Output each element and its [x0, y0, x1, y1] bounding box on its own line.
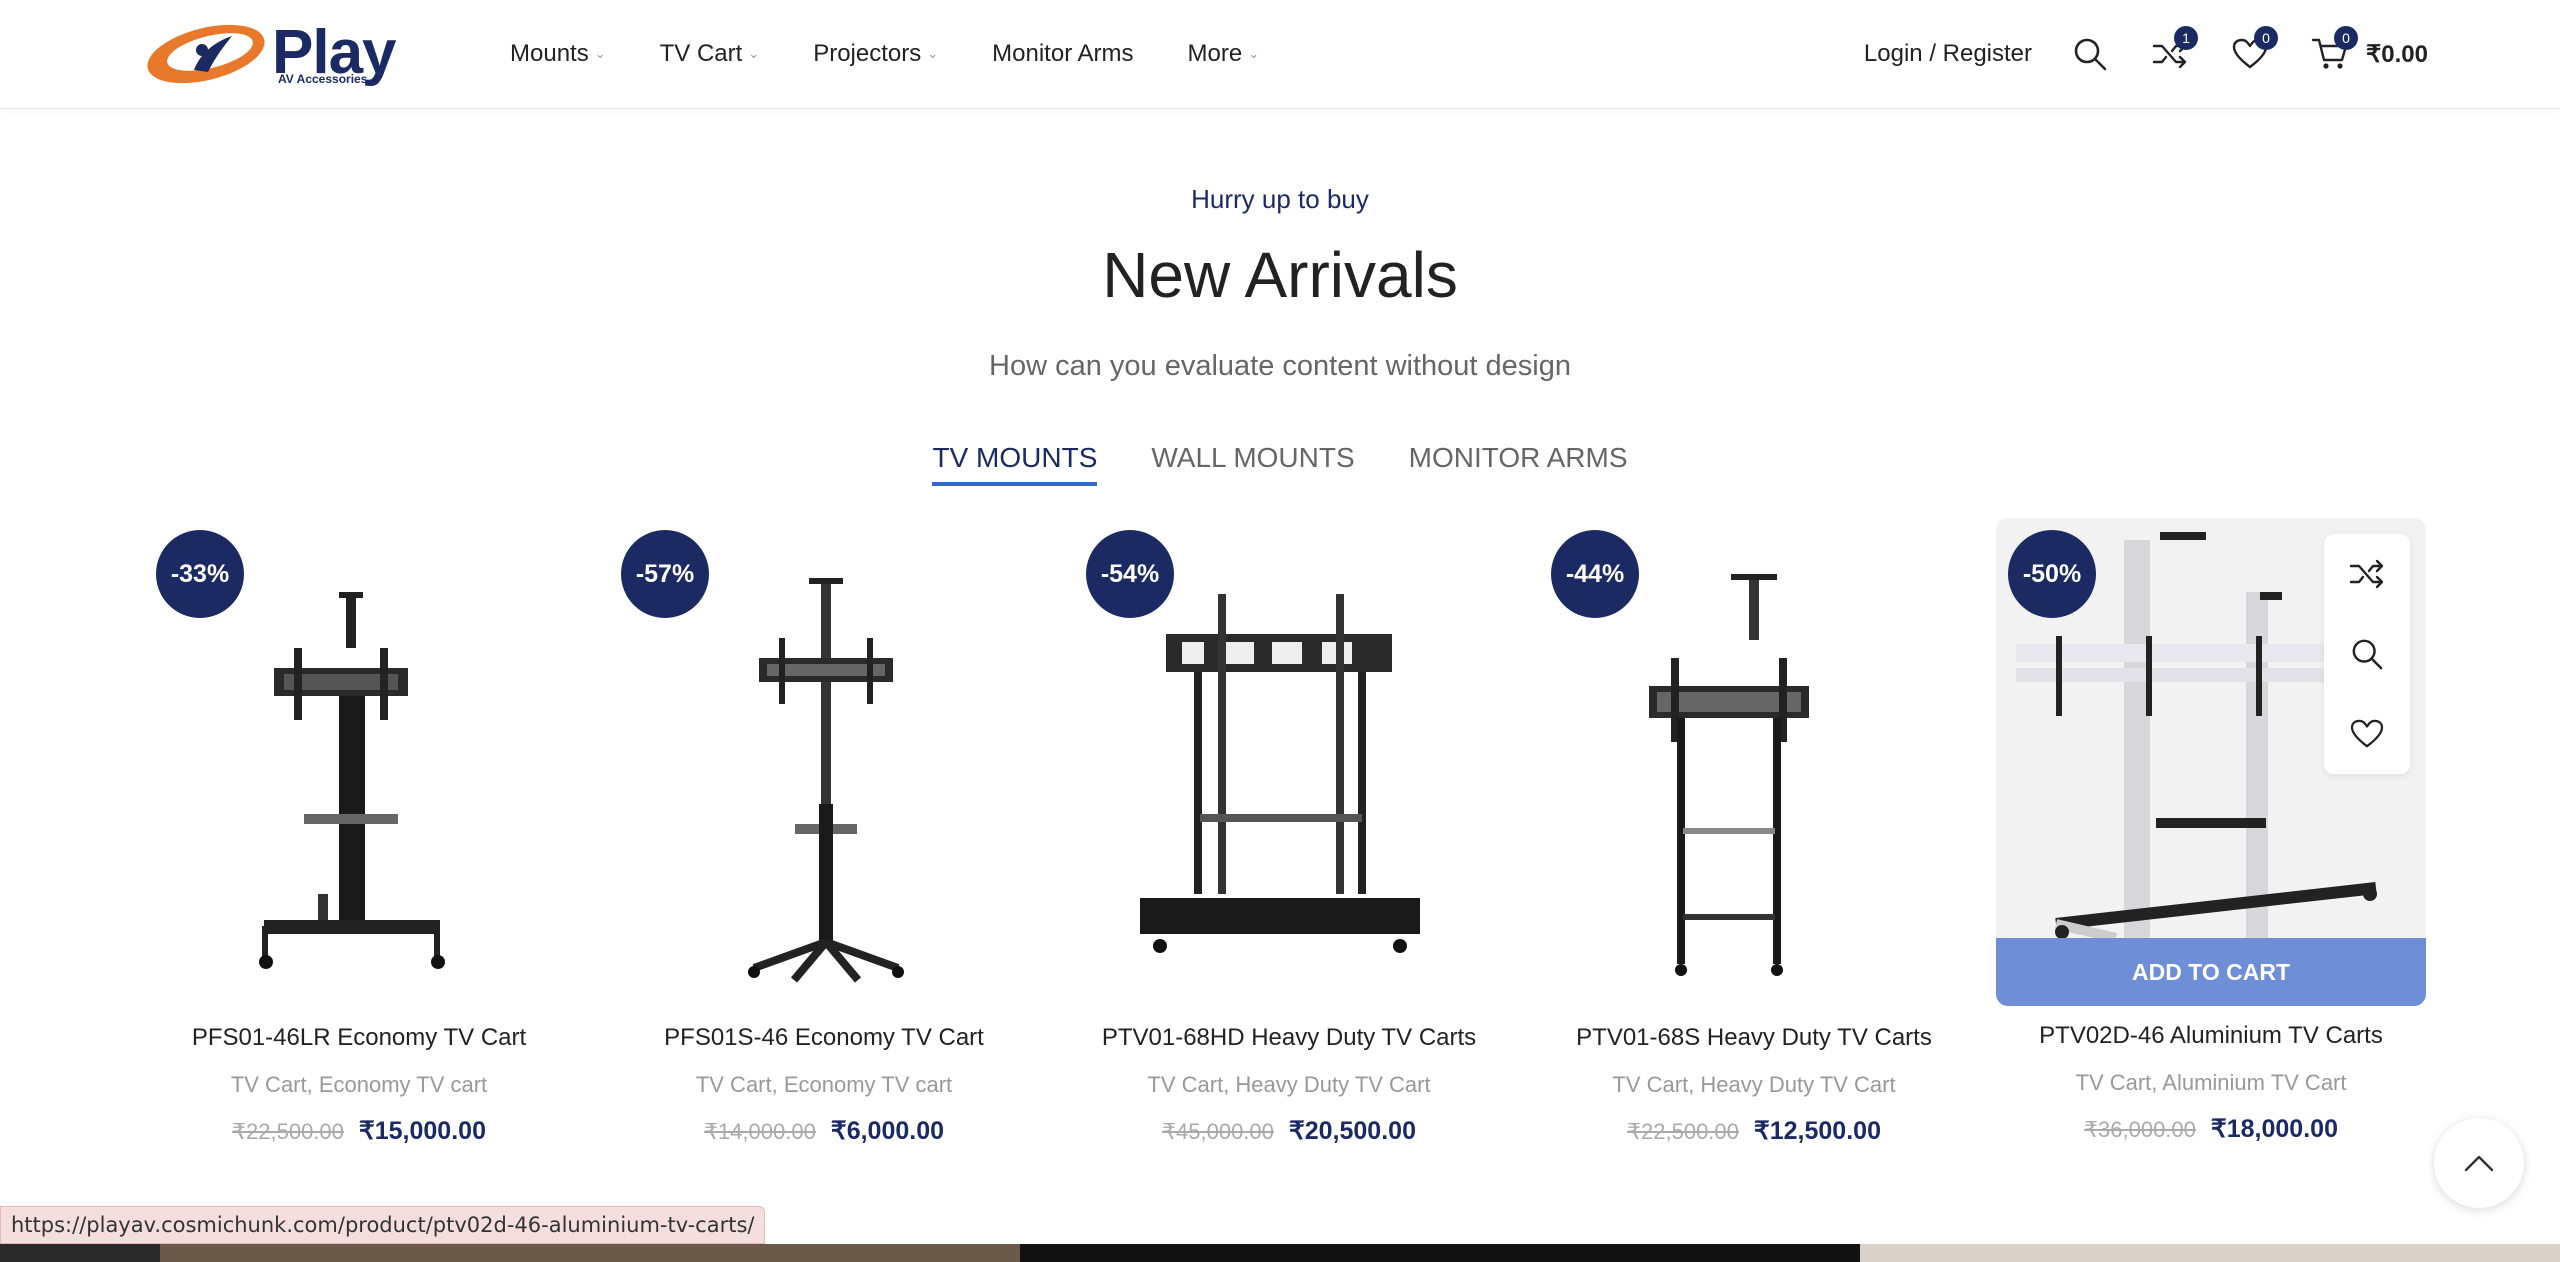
- compare-button[interactable]: 1: [2148, 26, 2199, 76]
- nav-item-more[interactable]: More ⌄: [1188, 34, 1260, 74]
- product-card[interactable]: -50% ADD TO CART PTV02D-46 Aluminium TV …: [1996, 518, 2426, 1158]
- nav-label: TV Cart: [659, 40, 743, 67]
- tab-wall-mounts[interactable]: WALL MOUNTS: [1151, 442, 1354, 486]
- status-bar-url: https://playav.cosmichunk.com/product/pt…: [0, 1206, 766, 1244]
- product-price: ₹36,000.00 ₹18,000.00: [1996, 1114, 2426, 1144]
- logo-tagline: AV Accessories: [278, 72, 368, 86]
- discount-badge: -33%: [156, 530, 244, 618]
- discount-badge: -44%: [1551, 530, 1639, 618]
- sale-price: ₹12,500.00: [1753, 1117, 1881, 1145]
- site-logo[interactable]: Play AV Accessories: [144, 20, 414, 90]
- sale-price: ₹20,500.00: [1288, 1117, 1416, 1145]
- cart-total[interactable]: ₹0.00: [2366, 40, 2428, 69]
- nav-item-projectors[interactable]: Projectors ⌄: [813, 34, 938, 74]
- product-categories[interactable]: TV Cart, Economy TV cart: [609, 1072, 1039, 1098]
- wishlist-button[interactable]: 0: [2228, 26, 2279, 76]
- chevron-down-icon: ⌄: [927, 46, 939, 61]
- sale-price: ₹18,000.00: [2210, 1115, 2338, 1143]
- wishlist-count-badge: 0: [2254, 26, 2279, 50]
- login-register-link[interactable]: Login / Register: [1864, 40, 2032, 68]
- original-price: ₹14,000.00: [703, 1119, 816, 1144]
- cart-button[interactable]: 0: [2308, 26, 2359, 76]
- product-card[interactable]: -44% PTV01-68S Heavy Duty TV Carts TV Ca…: [1539, 518, 1969, 1158]
- search-icon: [2074, 38, 2107, 71]
- product-name[interactable]: PTV01-68S Heavy Duty TV Carts: [1539, 1024, 1969, 1052]
- cart-count-badge: 0: [2334, 26, 2359, 50]
- product-card[interactable]: -33% PFS01-46LR Economy TV Cart TV Cart,…: [144, 518, 574, 1158]
- nav-item-tv-cart[interactable]: TV Cart ⌄: [660, 34, 760, 74]
- product-categories[interactable]: TV Cart, Aluminium TV Cart: [1996, 1070, 2426, 1096]
- original-price: ₹22,500.00: [1627, 1119, 1739, 1144]
- product-card[interactable]: -54% PTV01-68HD Heavy Duty TV Carts TV C…: [1074, 518, 1504, 1158]
- discount-badge: -50%: [2008, 530, 2096, 618]
- nav-item-mounts[interactable]: Mounts ⌄: [510, 34, 606, 74]
- product-name[interactable]: PFS01-46LR Economy TV Cart: [144, 1024, 574, 1052]
- product-tabs: TV MOUNTS WALL MOUNTS MONITOR ARMS: [0, 442, 2560, 486]
- section-kicker: Hurry up to buy: [1191, 184, 1369, 214]
- section-title: New Arrivals: [1102, 239, 1458, 311]
- compare-count-badge: 1: [2174, 26, 2199, 50]
- product-price: ₹14,000.00 ₹6,000.00: [609, 1116, 1039, 1146]
- product-price: ₹22,500.00 ₹15,000.00: [144, 1116, 574, 1146]
- sale-price: ₹15,000.00: [358, 1117, 486, 1145]
- add-to-wishlist-button[interactable]: [2324, 694, 2410, 774]
- banner-image: [1860, 1244, 2560, 1262]
- product-price: ₹22,500.00 ₹12,500.00: [1539, 1116, 1969, 1146]
- shuffle-icon: [2349, 559, 2384, 589]
- nav-item-monitor-arms[interactable]: Monitor Arms: [992, 34, 1133, 74]
- banner-image: [160, 1244, 1020, 1262]
- section-subtitle: How can you evaluate content without des…: [989, 350, 1571, 382]
- scroll-to-top-button[interactable]: [2434, 1118, 2524, 1208]
- discount-badge: -57%: [621, 530, 709, 618]
- header-actions: Login / Register 1 0 0 ₹0.00: [1864, 26, 2428, 82]
- nav-label: More: [1187, 40, 1243, 67]
- tab-tv-mounts[interactable]: TV MOUNTS: [932, 442, 1098, 486]
- quick-view-button[interactable]: [2324, 614, 2410, 694]
- product-categories[interactable]: TV Cart, Economy TV cart: [144, 1072, 574, 1098]
- original-price: ₹22,500.00: [232, 1119, 344, 1144]
- product-card[interactable]: -57% PFS01S-46 Economy TV Cart TV Cart, …: [609, 518, 1039, 1158]
- search-icon: [2352, 639, 2383, 670]
- next-section-banner: [0, 1244, 2560, 1262]
- quick-actions-panel: [2324, 534, 2410, 774]
- sale-price: ₹6,000.00: [830, 1117, 945, 1145]
- product-price: ₹45,000.00 ₹20,500.00: [1074, 1116, 1504, 1146]
- product-grid: -33% PFS01-46LR Economy TV Cart TV Cart,…: [144, 518, 2426, 1158]
- add-to-cart-button[interactable]: ADD TO CART: [1996, 938, 2426, 1006]
- product-categories[interactable]: TV Cart, Heavy Duty TV Cart: [1539, 1072, 1969, 1098]
- discount-badge: -54%: [1086, 530, 1174, 618]
- heart-icon: [2350, 719, 2384, 748]
- original-price: ₹36,000.00: [2084, 1117, 2196, 1142]
- banner-image: [1020, 1244, 1860, 1262]
- product-name[interactable]: PFS01S-46 Economy TV Cart: [609, 1024, 1039, 1052]
- chevron-down-icon: ⌄: [594, 46, 606, 61]
- product-name[interactable]: PTV01-68HD Heavy Duty TV Carts: [1074, 1024, 1504, 1052]
- nav-label: Projectors: [813, 40, 922, 67]
- site-header: Play AV Accessories Mounts ⌄ TV Cart ⌄ P…: [0, 0, 2560, 109]
- original-price: ₹45,000.00: [1162, 1119, 1274, 1144]
- tab-monitor-arms[interactable]: MONITOR ARMS: [1409, 442, 1628, 486]
- logo-swoosh-icon: [147, 24, 265, 84]
- main-nav: Mounts ⌄ TV Cart ⌄ Projectors ⌄ Monitor …: [510, 34, 1313, 74]
- nav-label: Monitor Arms: [992, 40, 1134, 67]
- product-name[interactable]: PTV02D-46 Aluminium TV Carts: [1996, 1022, 2426, 1050]
- compare-button[interactable]: [2324, 534, 2410, 614]
- nav-label: Mounts: [510, 40, 589, 67]
- product-categories[interactable]: TV Cart, Heavy Duty TV Cart: [1074, 1072, 1504, 1098]
- chevron-up-icon: [2464, 1155, 2494, 1172]
- chevron-down-icon: ⌄: [1248, 46, 1260, 61]
- search-button[interactable]: [2068, 32, 2112, 76]
- chevron-down-icon: ⌄: [748, 46, 760, 61]
